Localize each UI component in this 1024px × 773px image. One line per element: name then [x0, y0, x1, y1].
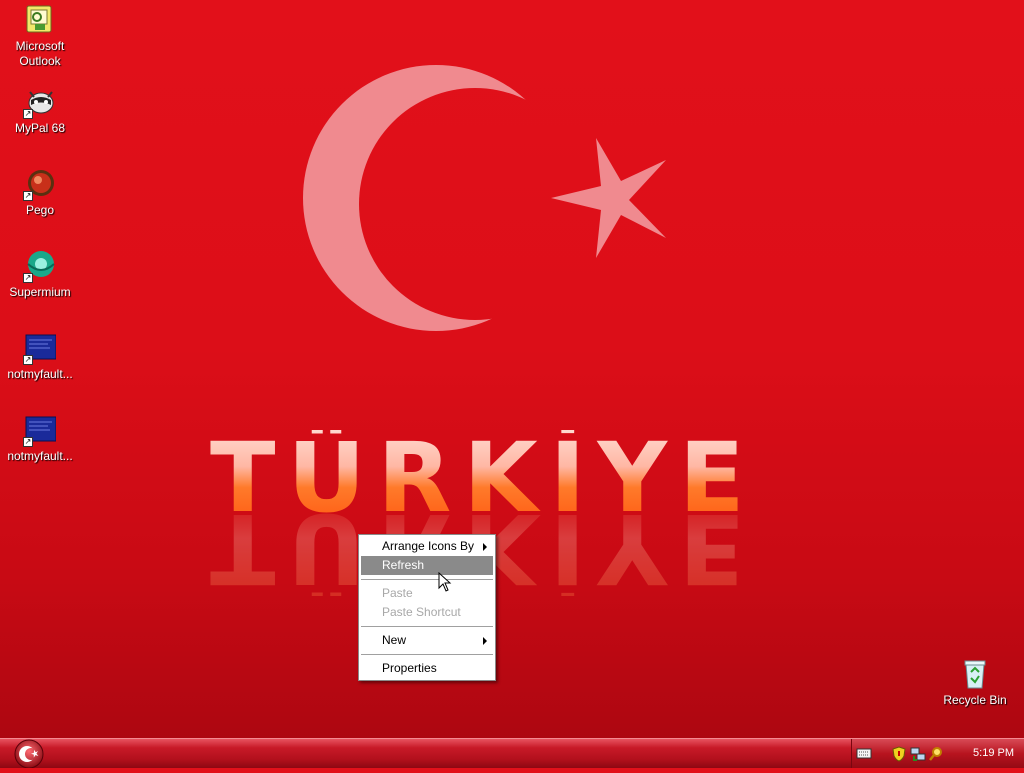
menu-item-properties[interactable]: Properties — [361, 659, 493, 678]
menu-item-label: Arrange Icons By — [382, 539, 475, 553]
clock[interactable]: 5:19 PM — [973, 739, 1014, 768]
menu-separator — [361, 579, 493, 580]
desktop-icon-pego[interactable]: ↗ Pego — [0, 168, 80, 218]
shortcut-arrow-icon: ↗ — [23, 273, 33, 283]
desktop-icon-recycle-bin[interactable]: Recycle Bin — [935, 658, 1015, 708]
keyboard-icon[interactable] — [856, 746, 872, 760]
search-icon[interactable] — [928, 746, 944, 762]
submenu-arrow-icon — [483, 543, 487, 551]
menu-separator — [361, 654, 493, 655]
notmyfault-icon: ↗ — [23, 332, 56, 365]
menu-item-new[interactable]: New — [361, 631, 493, 650]
menu-item-label: Paste — [382, 586, 413, 600]
shortcut-arrow-icon: ↗ — [23, 437, 33, 447]
menu-item-label: Refresh — [382, 558, 425, 572]
menu-item-refresh[interactable]: Refresh — [361, 556, 493, 575]
desktop-icon-label: Recycle Bin — [943, 693, 1007, 707]
shortcut-arrow-icon: ↗ — [23, 191, 33, 201]
desktop-icon-notmyfault-2[interactable]: ↗ notmyfault... — [0, 414, 80, 464]
menu-item-paste[interactable]: Paste — [361, 584, 493, 603]
menu-item-label: New — [382, 633, 407, 647]
desktop-icon-outlook[interactable]: Microsoft Outlook — [0, 4, 80, 69]
pego-icon: ↗ — [23, 168, 56, 201]
menu-separator — [361, 626, 493, 627]
menu-item-label: Paste Shortcut — [382, 605, 461, 619]
shortcut-arrow-icon: ↗ — [23, 355, 33, 365]
start-button[interactable] — [10, 739, 48, 769]
crescent-star-icon — [14, 739, 44, 769]
mypal-icon: ↗ — [23, 86, 56, 119]
menu-item-label: Properties — [382, 661, 437, 675]
network-icon[interactable] — [910, 746, 926, 762]
desktop-icon-mypal[interactable]: ↗ MyPal 68 — [0, 86, 80, 136]
taskbar: 5:19 PM — [0, 738, 1024, 769]
desktop-icon-label: notmyfault... — [7, 367, 73, 381]
outlook-icon — [24, 4, 56, 36]
notmyfault-icon: ↗ — [23, 414, 56, 447]
desktop-icon-label: Supermium — [9, 285, 71, 299]
desktop-icon-label: notmyfault... — [7, 449, 73, 463]
recycle-bin-icon — [959, 658, 991, 690]
desktop-icon-label: Microsoft Outlook — [15, 39, 65, 68]
mouse-cursor-icon — [438, 572, 452, 592]
desktop-icon-supermium[interactable]: ↗ Supermium — [0, 250, 80, 300]
desktop[interactable]: TÜRKİYE TÜRKİYE Microsoft Outlook ↗ MyPa… — [0, 0, 1024, 738]
system-tray: 5:19 PM — [851, 739, 1024, 768]
desktop-icon-label: MyPal 68 — [14, 121, 66, 135]
supermium-icon: ↗ — [23, 250, 56, 283]
submenu-arrow-icon — [483, 637, 487, 645]
desktop-icon-notmyfault[interactable]: ↗ notmyfault... — [0, 332, 80, 382]
desktop-icon-label: Pego — [25, 203, 55, 217]
desktop-context-menu: Arrange Icons By Refresh Paste Paste Sho… — [358, 534, 496, 681]
menu-item-paste-shortcut[interactable]: Paste Shortcut — [361, 603, 493, 622]
crescent-star-emblem — [303, 65, 666, 331]
shortcut-arrow-icon: ↗ — [23, 109, 33, 119]
menu-item-arrange-icons-by[interactable]: Arrange Icons By — [361, 537, 493, 556]
shield-icon[interactable] — [892, 746, 906, 762]
